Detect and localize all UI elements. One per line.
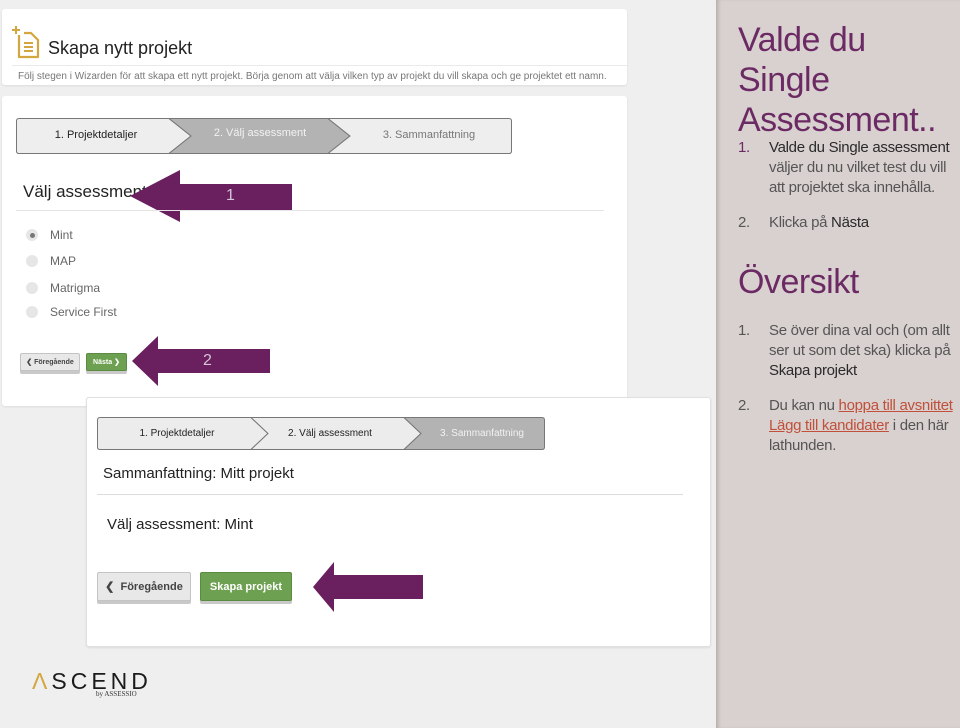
wizard-step-projektdetaljer[interactable]: 1. Projektdetaljer: [97, 417, 257, 450]
new-document-icon: [12, 26, 40, 59]
radio-button[interactable]: [26, 255, 38, 267]
logo-caret: Λ: [32, 668, 52, 694]
instructions-heading-2: Översikt: [738, 263, 859, 301]
item-number: 2.: [738, 214, 750, 231]
previous-button[interactable]: ❮ Föregående: [20, 353, 80, 371]
item-number: 1.: [738, 139, 750, 156]
option-label: Matrigma: [50, 281, 101, 295]
annotation-arrow-1: [130, 170, 292, 222]
chevron-right-icon: ❯: [114, 359, 120, 366]
annotation-arrow-2: [132, 336, 270, 386]
divider: [97, 494, 683, 495]
divider: [16, 210, 604, 211]
summary-assessment: Välj assessment: Mint: [107, 516, 253, 533]
page-title: Skapa nytt projekt: [48, 38, 193, 58]
next-label: Nästa: [93, 358, 113, 366]
ascend-logo: ΛSCEND by ASSESSIO: [32, 668, 152, 698]
item-strong: Valde du Single assessment: [769, 139, 950, 156]
page-header-card: Skapa nytt projekt Följ stegen i Wizarde…: [2, 9, 627, 85]
wizard-step-sammanfattning[interactable]: 3. Sammanfattning: [346, 118, 512, 154]
option-label: Mint: [50, 228, 73, 242]
wizard-step3-card: 1. Projektdetaljer 2. Välj assessment 3.…: [86, 397, 711, 647]
item-strong: Skapa projekt: [769, 362, 857, 379]
item-text: Du kan nu: [769, 397, 839, 414]
annotation-number-1: 1: [226, 187, 235, 204]
instructions-list-2: 1. Se över dina val och (om allt ser ut …: [738, 321, 960, 471]
page-description: Följ stegen i Wizarden för att skapa ett…: [18, 71, 607, 82]
item-text: Se över dina val och (om allt ser ut som…: [769, 322, 951, 359]
assessment-option-service-first[interactable]: Service First: [26, 304, 117, 320]
app-area: Skapa nytt projekt Följ stegen i Wizarde…: [0, 0, 716, 728]
option-label: Service First: [50, 305, 117, 319]
instructions-heading-1: Valde du Single Assessment..: [738, 21, 937, 139]
section-title: Välj assessment: [23, 182, 147, 201]
create-project-button[interactable]: Skapa projekt: [200, 572, 292, 601]
instruction-item: 2. Du kan nu hoppa till avsnittet Lägg t…: [738, 396, 960, 456]
item-number: 2.: [738, 397, 750, 414]
instruction-item: 2. Klicka på Nästa: [738, 213, 960, 233]
previous-label: Föregående: [34, 358, 74, 366]
item-number: 1.: [738, 322, 750, 339]
summary-title: Sammanfattning: Mitt projekt: [103, 465, 294, 482]
radio-button[interactable]: [26, 306, 38, 318]
wizard-step-valj-assessment[interactable]: 2. Välj assessment: [255, 417, 405, 450]
instruction-item: 1. Se över dina val och (om allt ser ut …: [738, 321, 960, 381]
radio-button[interactable]: [26, 229, 38, 241]
item-strong: Nästa: [831, 214, 869, 231]
chevron-left-icon: ❮: [26, 359, 33, 366]
instructions-panel: Valde du Single Assessment.. 1. Valde du…: [716, 0, 960, 728]
annotation-arrow-3: [313, 562, 423, 612]
item-text: Klicka på: [769, 214, 832, 231]
previous-button[interactable]: ❮ Föregående: [97, 572, 191, 601]
option-label: MAP: [50, 254, 77, 268]
radio-button[interactable]: [26, 282, 38, 294]
logo-subtitle: by ASSESSIO: [96, 690, 137, 698]
assessment-option-matrigma[interactable]: Matrigma: [26, 280, 100, 296]
wizard-step2-card: 1. Projektdetaljer 2. Välj assessment 3.…: [2, 96, 627, 406]
next-button[interactable]: Nästa ❯: [86, 353, 127, 371]
wizard-step-projektdetaljer[interactable]: 1. Projektdetaljer: [16, 118, 176, 154]
annotation-number-2: 2: [203, 352, 212, 369]
instruction-item: 1. Valde du Single assessment väljer du …: [738, 138, 960, 198]
wizard-steps: 1. Projektdetaljer 2. Välj assessment 3.…: [97, 417, 545, 450]
instructions-list-1: 1. Valde du Single assessment väljer du …: [738, 138, 960, 248]
wizard-step-valj-assessment[interactable]: 2. Välj assessment: [176, 118, 344, 154]
wizard-step-sammanfattning[interactable]: 3. Sammanfattning: [419, 417, 545, 450]
wizard-steps: 1. Projektdetaljer 2. Välj assessment 3.…: [16, 118, 512, 154]
assessment-option-mint[interactable]: Mint: [26, 227, 73, 243]
chevron-left-icon: ❮: [105, 581, 115, 593]
assessment-option-map[interactable]: MAP: [26, 253, 76, 269]
create-project-label: Skapa projekt: [209, 580, 283, 593]
divider: [12, 65, 627, 66]
previous-label: Föregående: [120, 580, 183, 593]
item-text: väljer du nu vilket test du vill att pro…: [769, 159, 947, 196]
